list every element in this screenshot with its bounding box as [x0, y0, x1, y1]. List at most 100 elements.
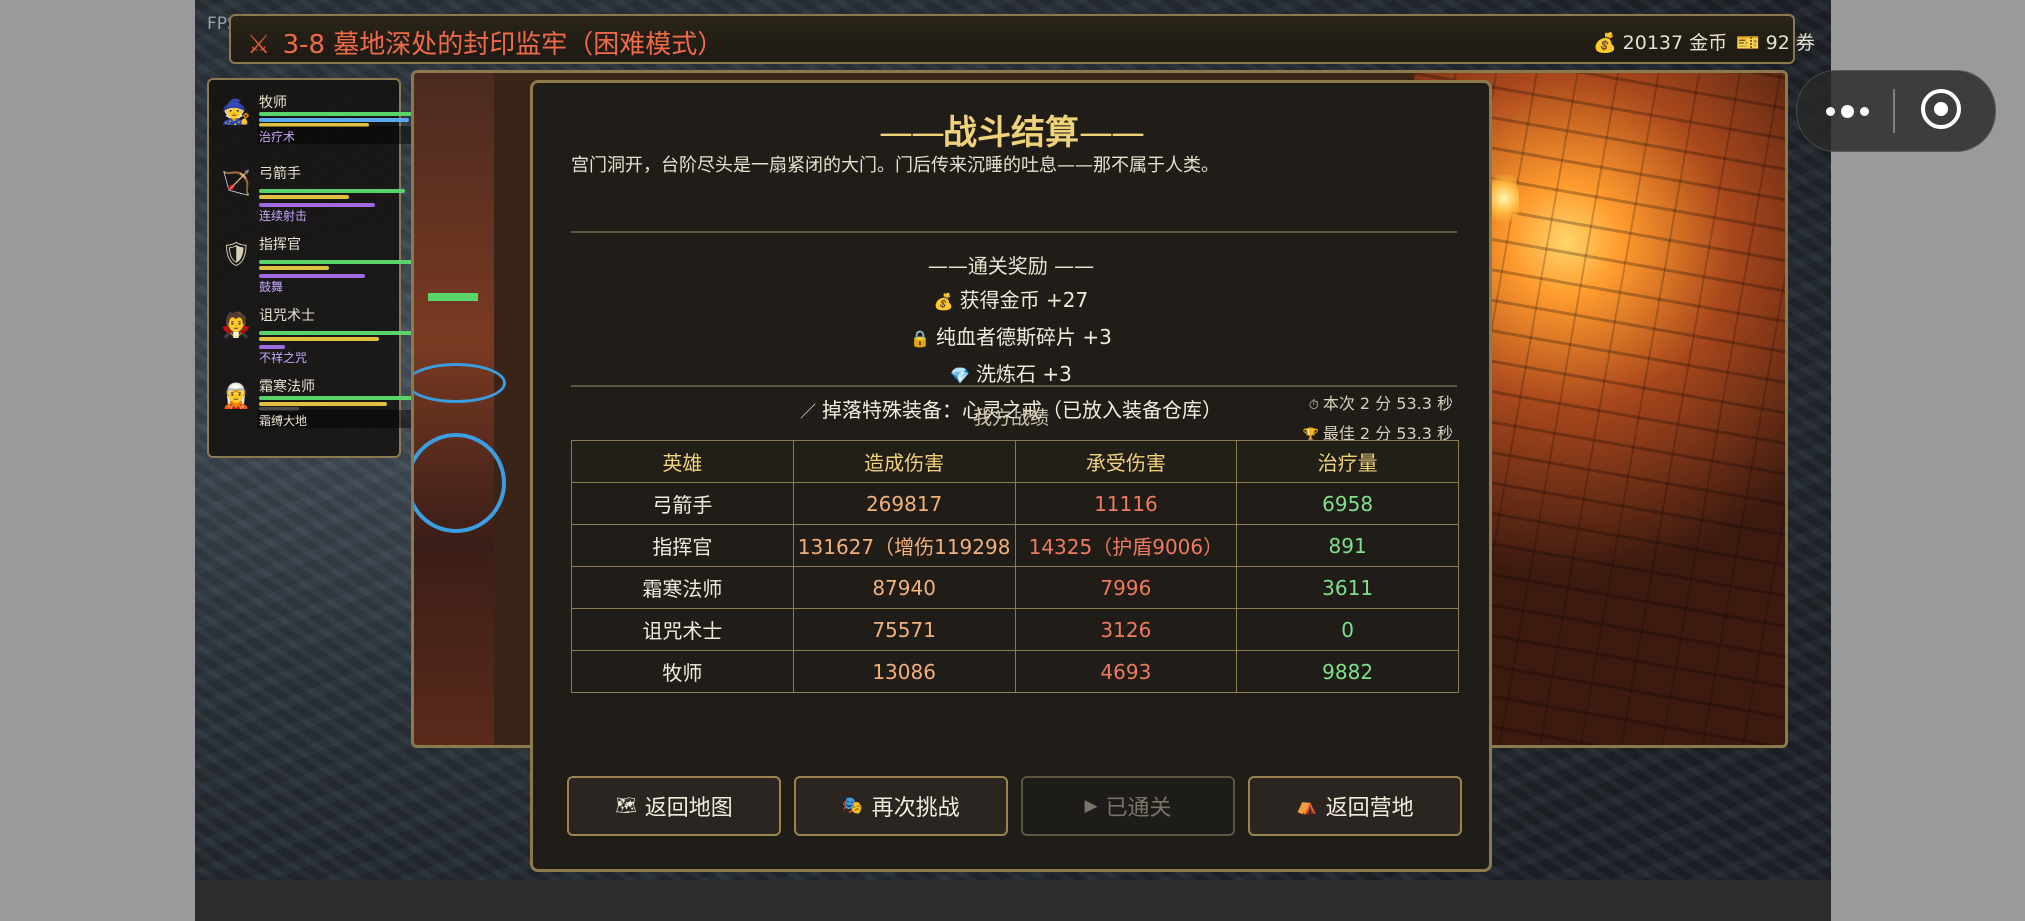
party-member-commander[interactable]: 🛡 指挥官 鼓舞 [221, 234, 415, 298]
damage-taken-cell: 4693 [1014, 650, 1238, 693]
mask-icon: 🎭 [842, 796, 864, 816]
party-member-skill: 连续射击 [259, 209, 308, 223]
stage-title-text: 3-8 墓地深处的封印监牢（困难模式） [282, 30, 724, 60]
back-to-camp-label: 返回营地 [1325, 796, 1414, 821]
torch-flame-icon [1489, 168, 1519, 228]
column-header-hero: 英雄 [571, 440, 794, 483]
hp-bar [259, 260, 415, 264]
title-dash-left: —— [879, 113, 945, 153]
crossed-swords-icon: ⚔ [247, 30, 271, 60]
divider [571, 385, 1457, 387]
hp-bar [259, 189, 405, 193]
healing-cell: 6958 [1236, 482, 1459, 525]
back-to-map-button[interactable]: 🗺 返回地图 [567, 776, 781, 836]
party-member-name: 弓箭手 [259, 166, 301, 182]
hp-bar [259, 331, 415, 335]
back-to-map-label: 返回地图 [644, 796, 733, 821]
gold-amount: 20137 金币 [1622, 32, 1728, 54]
table-row: 霜寒法师 87940 7996 3611 [571, 566, 1459, 609]
reward-text: 纯血者德斯碎片 +3 [936, 325, 1112, 349]
reward-text: 洗炼石 +3 [976, 362, 1072, 386]
hp-bar [259, 396, 415, 400]
party-member-skill: 鼓舞 [259, 280, 284, 294]
hero-name-cell: 诅咒术士 [571, 608, 794, 651]
archer-icon: 🏹 [221, 169, 251, 197]
cleared-label: 已通关 [1105, 796, 1172, 821]
close-miniprogram-button[interactable] [1921, 89, 1961, 129]
column-header-healing: 治疗量 [1236, 440, 1459, 483]
play-icon: ▶ [1084, 796, 1098, 816]
table-row: 指挥官 131627（增伤119298 14325（护盾9006） 891 [571, 524, 1459, 567]
reward-item: 💰 获得金币 +27 [533, 284, 1489, 313]
reward-item: 🔒 纯血者德斯碎片 +3 [533, 321, 1489, 350]
stage-title: ⚔ 3-8 墓地深处的封印监牢（困难模式） [247, 24, 723, 61]
hero-name-cell: 牧师 [571, 650, 794, 693]
damage-dealt-cell: 131627（增伤119298 [792, 524, 1016, 567]
map-icon: 🗺 [615, 796, 637, 816]
party-member-skill: 不祥之咒 [259, 351, 308, 365]
miniprogram-capsule [1796, 70, 1996, 152]
lock-icon: 🔒 [910, 329, 931, 348]
retry-button[interactable]: 🎭 再次挑战 [794, 776, 1008, 836]
party-member-frost-mage[interactable]: 🧝 霜寒法师 霜缚大地 [221, 376, 423, 440]
top-bar: ⚔ 3-8 墓地深处的封印监牢（困难模式） 💰 20137 金币 🎫 92 券 [229, 14, 1815, 64]
clear-time: ⏱ 本次 2 分 53.3 秒 [1309, 390, 1453, 414]
energy-bar [259, 402, 387, 406]
party-member-archer[interactable]: 🏹 弓箭手 连续射击 [221, 163, 405, 227]
damage-dealt-cell: 75571 [792, 608, 1016, 651]
more-dot-icon [1859, 106, 1869, 116]
retry-label: 再次挑战 [871, 796, 960, 821]
ticket-counter: 🎫 92 券 [1736, 28, 1815, 55]
party-member-skill: 霜缚大地 [259, 414, 308, 428]
frost-mage-icon: 🧝 [221, 382, 251, 410]
reward-text: 获得金币 +27 [959, 288, 1089, 312]
capsule-divider [1893, 89, 1895, 133]
party-member-skill: 治疗术 [259, 130, 296, 144]
hero-hp-bar [428, 293, 478, 301]
rewards-title-text: 通关奖励 [967, 254, 1048, 278]
damage-dealt-cell: 269817 [792, 482, 1016, 525]
energy-bar [259, 195, 349, 199]
warlock-icon: 🧛 [221, 311, 251, 339]
damage-taken-cell: 11116 [1014, 482, 1238, 525]
energy-bar [259, 337, 379, 341]
damage-taken-cell: 7996 [1014, 566, 1238, 609]
mana-bar [259, 118, 409, 122]
party-member-name: 指挥官 [259, 237, 301, 253]
gold-bag-icon: 💰 [1593, 32, 1617, 54]
gold-bag-icon: 💰 [933, 292, 954, 311]
story-text: 宫门洞开，台阶尽头是一扇紧闭的大门。门后传来沉睡的吐息——那不属于人类。 [571, 155, 1219, 176]
party-member-priest[interactable]: 🧙 牧师 治疗术 [221, 92, 423, 156]
table-row: 弓箭手 269817 11116 6958 [571, 482, 1459, 525]
dialog-title: ——战斗结算—— [533, 105, 1489, 154]
table-row: 牧师 13086 4693 9882 [571, 650, 1459, 693]
damage-taken-cell: 14325（护盾9006） [1014, 524, 1238, 567]
more-menu-button[interactable] [1817, 93, 1877, 129]
more-dot-icon [1840, 104, 1854, 118]
hp-bar [259, 112, 415, 116]
healing-cell: 0 [1236, 608, 1459, 651]
damage-dealt-cell: 13086 [792, 650, 1016, 693]
stopwatch-icon: ⏱ [1308, 398, 1319, 413]
hero-name-cell: 弓箭手 [571, 482, 794, 525]
damage-taken-cell: 3126 [1014, 608, 1238, 651]
column-header-damage-dealt: 造成伤害 [792, 440, 1016, 483]
game-stage: FPS 60 ⚔ 3-8 墓地深处的封印监牢（困难模式） 💰20137 金币 🎫… [195, 0, 1831, 921]
reward-item: 💎 洗炼石 +3 [533, 358, 1489, 387]
party-member-name: 霜寒法师 [259, 379, 315, 395]
rewards-dash-right: —— [1047, 254, 1095, 278]
rewards-title: ——通关奖励 —— [533, 250, 1489, 279]
back-to-camp-button[interactable]: ⛺ 返回营地 [1248, 776, 1462, 836]
party-member-warlock[interactable]: 🧛 诅咒术士 不祥之咒 [221, 305, 415, 369]
divider [571, 231, 1457, 233]
table-row: 诅咒术士 75571 3126 0 [571, 608, 1459, 651]
commander-icon: 🛡 [221, 240, 252, 268]
battle-result-dialog: ——战斗结算—— 宫门洞开，台阶尽头是一扇紧闭的大门。门后传来沉睡的吐息——那不… [530, 80, 1492, 872]
dialog-title-text: 战斗结算 [943, 113, 1079, 153]
hero-sprite [414, 293, 506, 543]
rewards-dash-left: —— [927, 254, 968, 278]
table-header-row: 英雄 造成伤害 承受伤害 治疗量 [571, 440, 1459, 483]
energy-bar [259, 266, 329, 270]
more-dot-icon [1825, 106, 1835, 116]
healing-cell: 9882 [1236, 650, 1459, 693]
